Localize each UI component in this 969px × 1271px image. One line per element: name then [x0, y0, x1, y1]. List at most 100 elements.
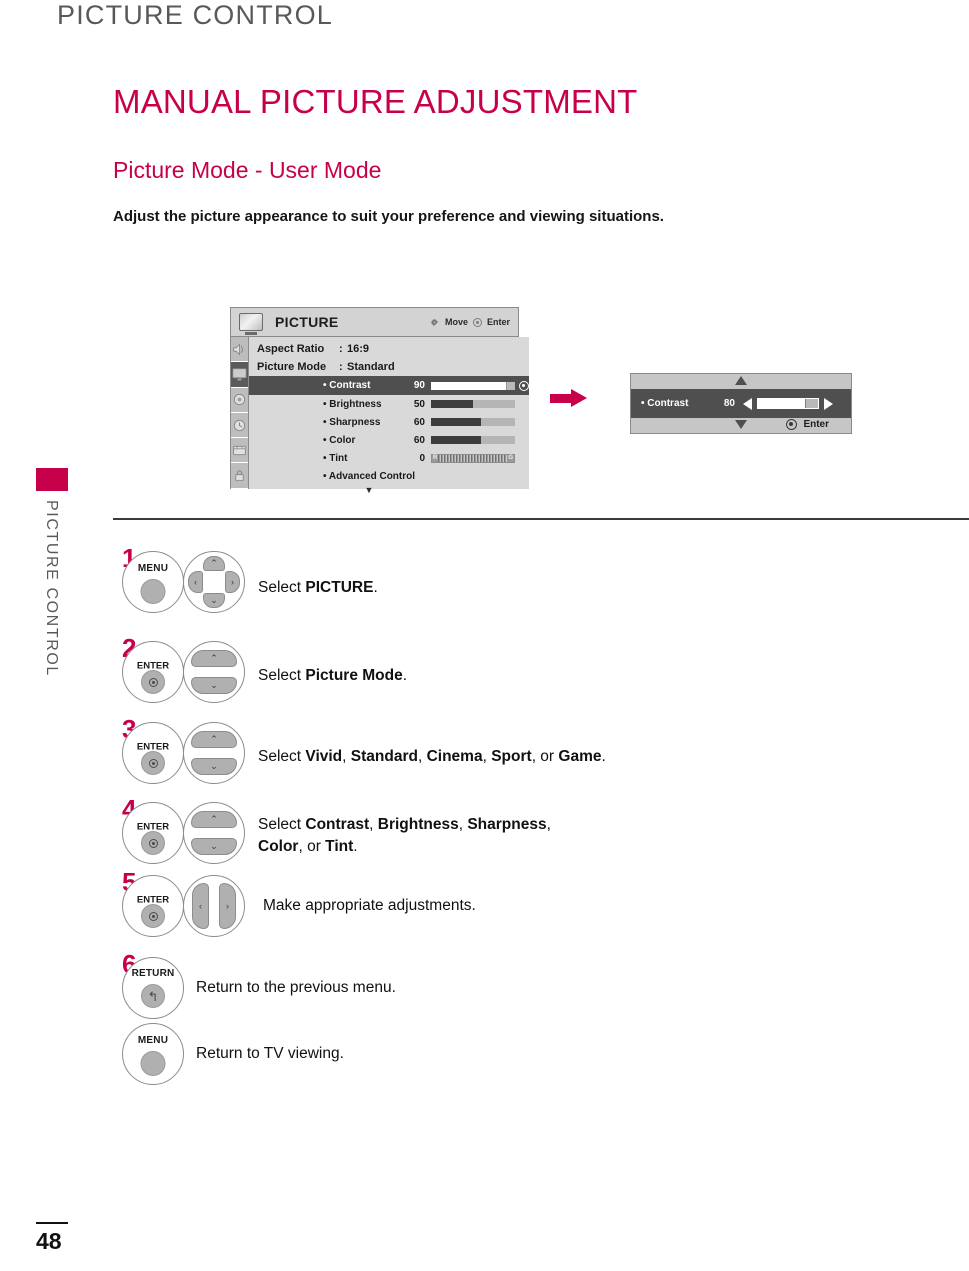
osd-item-advanced-control[interactable]: • Advanced Control	[249, 467, 529, 485]
up-down-pad[interactable]: ⌃ ⌄	[183, 641, 245, 703]
osd-contrast-popup: • Contrast 80 Enter	[630, 373, 852, 434]
pad-left-icon[interactable]: ‹	[192, 883, 209, 929]
up-down-pad[interactable]: ⌃ ⌄	[183, 802, 245, 864]
osd-popup-enter-label: Enter	[803, 419, 829, 430]
osd-icon-time[interactable]	[231, 413, 248, 439]
osd-value-picture-mode: Standard	[347, 361, 395, 373]
menu-button-label: MENU	[137, 1035, 169, 1046]
osd-item-sharpness-slider[interactable]	[431, 418, 515, 426]
menu-button-dot	[140, 579, 166, 604]
enter-circle-icon	[786, 419, 798, 430]
menu-button[interactable]: MENU	[122, 551, 184, 613]
enter-inner-icon	[148, 758, 158, 768]
picture-icon	[232, 368, 247, 381]
osd-popup-contrast-row[interactable]: • Contrast 80	[631, 389, 851, 418]
step-4-text-part-0: Select	[258, 816, 306, 833]
osd-item-tint-slider[interactable]: R G	[431, 453, 515, 463]
pad-down-icon[interactable]: ⌄	[203, 593, 225, 608]
osd-item-brightness[interactable]: • Brightness 50	[249, 395, 529, 413]
step-1-text-part-1: PICTURE	[305, 579, 374, 596]
osd-item-tint[interactable]: • Tint 0 R G	[249, 449, 529, 467]
osd-item-list: Aspect Ratio : 16:9 Picture Mode : Stand…	[249, 337, 529, 495]
osd-popup-down-row[interactable]: Enter	[631, 418, 851, 433]
option-box-icon	[233, 445, 246, 455]
osd-item-brightness-value: 50	[413, 398, 425, 410]
osd-item-contrast-knob[interactable]	[519, 380, 529, 391]
osd-item-contrast-slider[interactable]	[431, 381, 515, 390]
enter-button[interactable]: ENTER	[122, 722, 184, 784]
osd-item-color[interactable]: • Color 60	[249, 431, 529, 449]
osd-popup-enter-group[interactable]: Enter	[786, 419, 829, 430]
osd-item-brightness-slider[interactable]	[431, 400, 515, 408]
osd-item-contrast[interactable]: • Contrast 90	[249, 376, 529, 395]
up-down-pad[interactable]: ⌃ ⌄	[183, 722, 245, 784]
return-button-dot: ↰	[141, 984, 165, 1008]
enter-button-dot	[141, 751, 165, 775]
return-button[interactable]: RETURN ↰	[122, 957, 184, 1019]
step-2-text-part-1: Picture Mode	[305, 667, 403, 684]
pad-up-icon[interactable]: ⌃	[203, 556, 225, 571]
osd-icon-setup[interactable]	[231, 388, 248, 413]
pad-down-icon[interactable]: ⌄	[191, 758, 237, 775]
step-4-text-part-3: Brightness	[377, 816, 459, 833]
step-menu-return-text-part-0: Return to TV viewing.	[196, 1045, 344, 1062]
left-right-pad[interactable]: ‹ ›	[183, 875, 245, 937]
step-2-text: Select Picture Mode.	[258, 665, 407, 687]
step-3-text-part-4: ,	[417, 748, 427, 765]
enter-inner-icon	[148, 911, 158, 921]
tv-icon	[239, 313, 263, 331]
step-3-text-part-5: Cinema	[426, 748, 483, 765]
osd-item-sharpness[interactable]: • Sharpness 60	[249, 413, 529, 431]
pad-up-icon[interactable]: ⌃	[191, 811, 237, 828]
step-5-text: Make appropriate adjustments.	[263, 895, 476, 917]
side-tab-label: PICTURE CONTROL	[43, 500, 60, 677]
enter-button[interactable]: ENTER	[122, 802, 184, 864]
pad-down-icon[interactable]: ⌄	[191, 838, 237, 855]
lead-paragraph: Adjust the picture appearance to suit yo…	[113, 208, 664, 225]
step-menu-return-text: Return to TV viewing.	[196, 1043, 344, 1065]
pad-down-icon[interactable]: ⌄	[191, 677, 237, 694]
enter-button-dot	[141, 670, 165, 694]
four-way-pad[interactable]: ⌃ ⌄ ‹ ›	[183, 551, 245, 613]
osd-row-picture-mode[interactable]: Picture Mode : Standard	[249, 358, 529, 376]
osd-item-sharpness-label: • Sharpness	[323, 416, 381, 428]
lock-icon	[235, 470, 244, 482]
tint-left-label: R	[432, 454, 439, 462]
enter-inner-icon	[148, 838, 158, 848]
osd-row-aspect-ratio[interactable]: Aspect Ratio : 16:9	[249, 340, 529, 358]
enter-button[interactable]: ENTER	[122, 875, 184, 937]
osd-popup-contrast-slider[interactable]	[757, 398, 819, 409]
osd-icon-option[interactable]	[231, 438, 248, 464]
osd-item-color-value: 60	[413, 434, 425, 446]
osd-item-color-label: • Color	[323, 434, 356, 446]
osd-icon-audio[interactable]	[231, 337, 248, 363]
step-4-text-part-11: .	[353, 838, 358, 855]
menu-button-label: MENU	[137, 563, 169, 574]
return-arrow-icon: ↰	[147, 988, 159, 1004]
pad-up-icon[interactable]: ⌃	[191, 650, 237, 667]
pad-up-icon[interactable]: ⌃	[191, 731, 237, 748]
enter-button[interactable]: ENTER	[122, 641, 184, 703]
menu-button[interactable]: MENU	[122, 1023, 184, 1085]
osd-item-sharpness-value: 60	[413, 416, 425, 428]
step-3-text: Select Vivid, Standard, Cinema, Sport, o…	[258, 746, 606, 768]
osd-icon-lock[interactable]	[231, 463, 248, 489]
step-3-text-part-0: Select	[258, 748, 306, 765]
side-tab-color-block	[36, 468, 68, 491]
footer-rule	[36, 1222, 68, 1224]
pad-right-icon[interactable]: ›	[225, 571, 240, 593]
osd-item-color-slider[interactable]	[431, 436, 515, 444]
tint-right-label: G	[507, 454, 514, 462]
section-divider	[113, 518, 969, 520]
osd-icon-picture[interactable]	[231, 362, 248, 388]
osd-body: Aspect Ratio : 16:9 Picture Mode : Stand…	[231, 337, 529, 495]
pad-right-icon[interactable]: ›	[219, 883, 236, 929]
enter-circle-icon	[472, 317, 482, 327]
osd-popup-up-row[interactable]	[631, 374, 851, 389]
pad-left-icon[interactable]: ‹	[188, 571, 203, 593]
step-3-text-part-2: ,	[342, 748, 351, 765]
arrow-left-icon[interactable]	[743, 397, 752, 410]
osd-scroll-down-caret[interactable]: ▼	[249, 485, 529, 495]
right-arrow-icon	[550, 389, 588, 407]
arrow-right-icon[interactable]	[824, 397, 833, 410]
